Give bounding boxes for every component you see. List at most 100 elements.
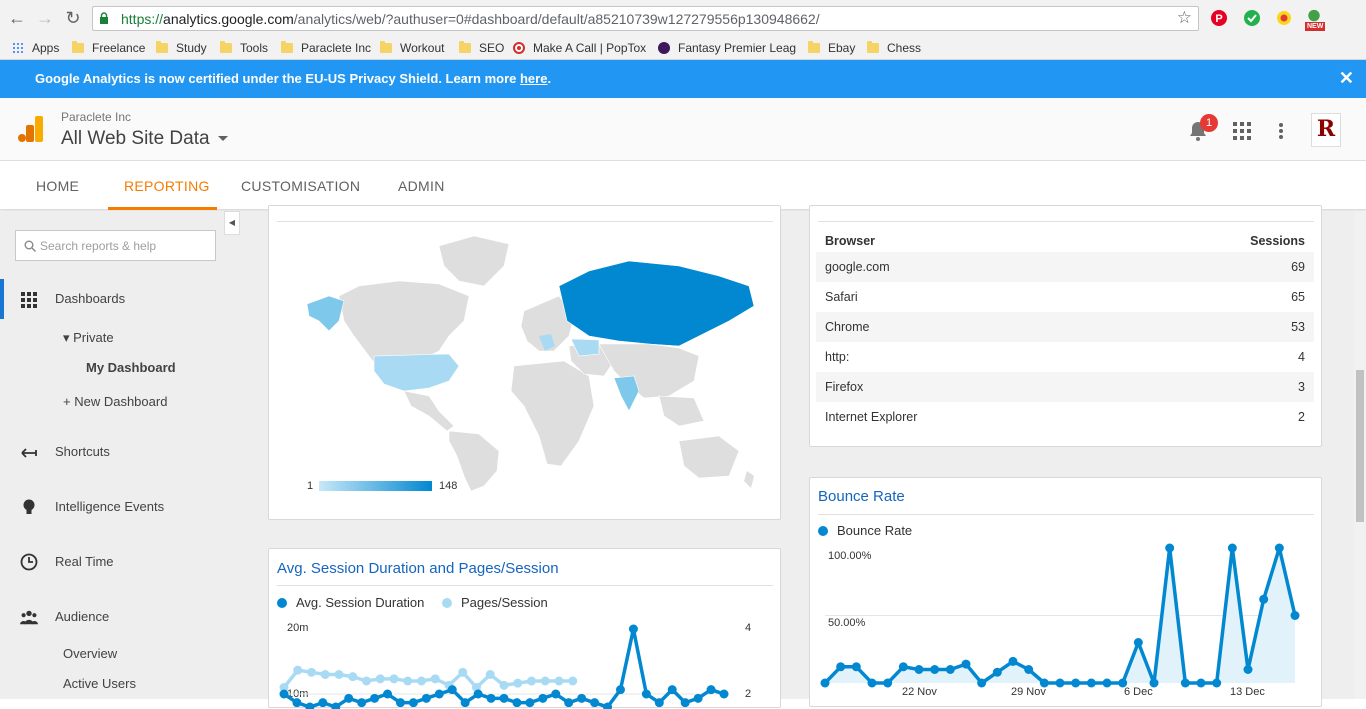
data-point[interactable] xyxy=(318,698,327,707)
data-point[interactable] xyxy=(422,694,431,703)
address-bar[interactable]: https://analytics.google.com/analytics/w… xyxy=(92,6,1199,31)
data-point[interactable] xyxy=(962,660,971,669)
data-point[interactable] xyxy=(1228,544,1237,553)
data-point[interactable] xyxy=(431,674,440,683)
bookmark-item[interactable]: SEO xyxy=(459,39,504,57)
tab-reporting[interactable]: REPORTING xyxy=(124,178,210,194)
map-russia[interactable] xyxy=(559,261,754,346)
map-africa[interactable] xyxy=(511,361,594,466)
data-point[interactable] xyxy=(525,698,534,707)
data-point[interactable] xyxy=(293,666,302,675)
data-point[interactable] xyxy=(1244,665,1253,674)
checkmark-extension-icon[interactable] xyxy=(1243,9,1261,27)
data-point[interactable] xyxy=(868,679,877,688)
sidebar-item-audience[interactable]: Audience xyxy=(55,609,109,624)
data-point[interactable] xyxy=(577,694,586,703)
data-point[interactable] xyxy=(993,668,1002,677)
table-row[interactable]: http:4 xyxy=(816,342,1314,372)
tab-customisation[interactable]: CUSTOMISATION xyxy=(241,178,360,194)
data-point[interactable] xyxy=(883,679,892,688)
pinterest-icon[interactable]: P xyxy=(1210,9,1228,27)
data-point[interactable] xyxy=(487,694,496,703)
data-point[interactable] xyxy=(435,690,444,699)
data-point[interactable] xyxy=(344,694,353,703)
data-point[interactable] xyxy=(280,690,289,699)
tab-admin[interactable]: ADMIN xyxy=(398,178,445,194)
map-southeast-asia[interactable] xyxy=(659,396,704,426)
data-point[interactable] xyxy=(370,694,379,703)
sidebar-item-new-dashboard[interactable]: + New Dashboard xyxy=(63,394,167,409)
map-usa[interactable] xyxy=(374,354,459,391)
data-point[interactable] xyxy=(946,665,955,674)
reload-icon[interactable]: ↻ xyxy=(63,8,83,28)
close-icon[interactable]: ✕ xyxy=(1339,68,1354,89)
data-point[interactable] xyxy=(551,690,560,699)
data-point[interactable] xyxy=(1212,679,1221,688)
forward-arrow-icon[interactable]: → xyxy=(35,8,55,28)
scrollbar-thumb[interactable] xyxy=(1356,370,1364,522)
table-row[interactable]: Firefox3 xyxy=(816,372,1314,402)
data-point[interactable] xyxy=(383,690,392,699)
sidebar-item-active-users[interactable]: Active Users xyxy=(63,676,136,691)
bookmark-item[interactable]: Fantasy Premier Leag xyxy=(658,39,796,57)
data-point[interactable] xyxy=(915,665,924,674)
bookmark-item[interactable]: Workout xyxy=(380,39,444,57)
sidebar-item-real-time[interactable]: Real Time xyxy=(55,554,114,569)
session-duration-chart[interactable] xyxy=(269,549,782,709)
sidebar-item-dashboards[interactable]: Dashboards xyxy=(55,291,125,306)
data-point[interactable] xyxy=(629,625,638,634)
data-point[interactable] xyxy=(720,690,729,699)
data-point[interactable] xyxy=(409,698,418,707)
data-point[interactable] xyxy=(321,670,330,679)
data-point[interactable] xyxy=(376,674,385,683)
data-point[interactable] xyxy=(555,677,564,686)
data-point[interactable] xyxy=(1181,679,1190,688)
data-point[interactable] xyxy=(836,662,845,671)
data-point[interactable] xyxy=(513,679,522,688)
search-box[interactable] xyxy=(15,230,216,261)
data-point[interactable] xyxy=(500,681,509,690)
data-point[interactable] xyxy=(642,690,651,699)
data-point[interactable] xyxy=(486,670,495,679)
data-point[interactable] xyxy=(307,668,316,677)
map-greenland[interactable] xyxy=(439,236,509,286)
data-point[interactable] xyxy=(1259,595,1268,604)
data-point[interactable] xyxy=(1291,611,1300,620)
data-point[interactable] xyxy=(348,672,357,681)
sidebar-item-overview[interactable]: Overview xyxy=(63,646,117,661)
bookmark-item[interactable]: Chess xyxy=(867,39,921,57)
data-point[interactable] xyxy=(403,677,412,686)
data-point[interactable] xyxy=(461,698,470,707)
banner-learn-more-link[interactable]: here xyxy=(520,71,547,86)
data-point[interactable] xyxy=(417,677,426,686)
table-row[interactable]: Internet Explorer2 xyxy=(816,402,1314,432)
collapse-sidebar-button[interactable]: ◀ xyxy=(224,211,240,235)
map-new-zealand[interactable] xyxy=(744,471,754,488)
bookmark-star-icon[interactable]: ☆ xyxy=(1177,8,1192,28)
data-point[interactable] xyxy=(541,677,550,686)
data-point[interactable] xyxy=(538,694,547,703)
column-header-sessions[interactable]: Sessions xyxy=(1116,230,1314,252)
back-arrow-icon[interactable]: ← xyxy=(7,8,27,28)
sidebar-item-my-dashboard[interactable]: My Dashboard xyxy=(86,360,176,375)
data-point[interactable] xyxy=(1134,638,1143,647)
bookmark-item[interactable]: Ebay xyxy=(808,39,855,57)
sidebar-item-private[interactable]: ▾ Private xyxy=(63,330,114,346)
map-central-america[interactable] xyxy=(404,391,454,431)
data-point[interactable] xyxy=(1071,679,1080,688)
map-asia[interactable] xyxy=(599,344,699,398)
data-point[interactable] xyxy=(694,694,703,703)
data-point[interactable] xyxy=(1087,679,1096,688)
data-point[interactable] xyxy=(458,668,467,677)
bookmark-item[interactable]: Freelance xyxy=(72,39,145,57)
data-point[interactable] xyxy=(1275,544,1284,553)
table-row[interactable]: Safari65 xyxy=(816,282,1314,312)
map-alaska[interactable] xyxy=(307,296,344,331)
data-point[interactable] xyxy=(390,674,399,683)
data-point[interactable] xyxy=(1024,665,1033,674)
property-selector[interactable]: All Web Site Data xyxy=(61,128,228,150)
table-row[interactable]: google.com69 xyxy=(816,252,1314,282)
data-point[interactable] xyxy=(707,685,716,694)
more-vert-icon[interactable] xyxy=(1278,122,1284,140)
data-point[interactable] xyxy=(1009,657,1018,666)
